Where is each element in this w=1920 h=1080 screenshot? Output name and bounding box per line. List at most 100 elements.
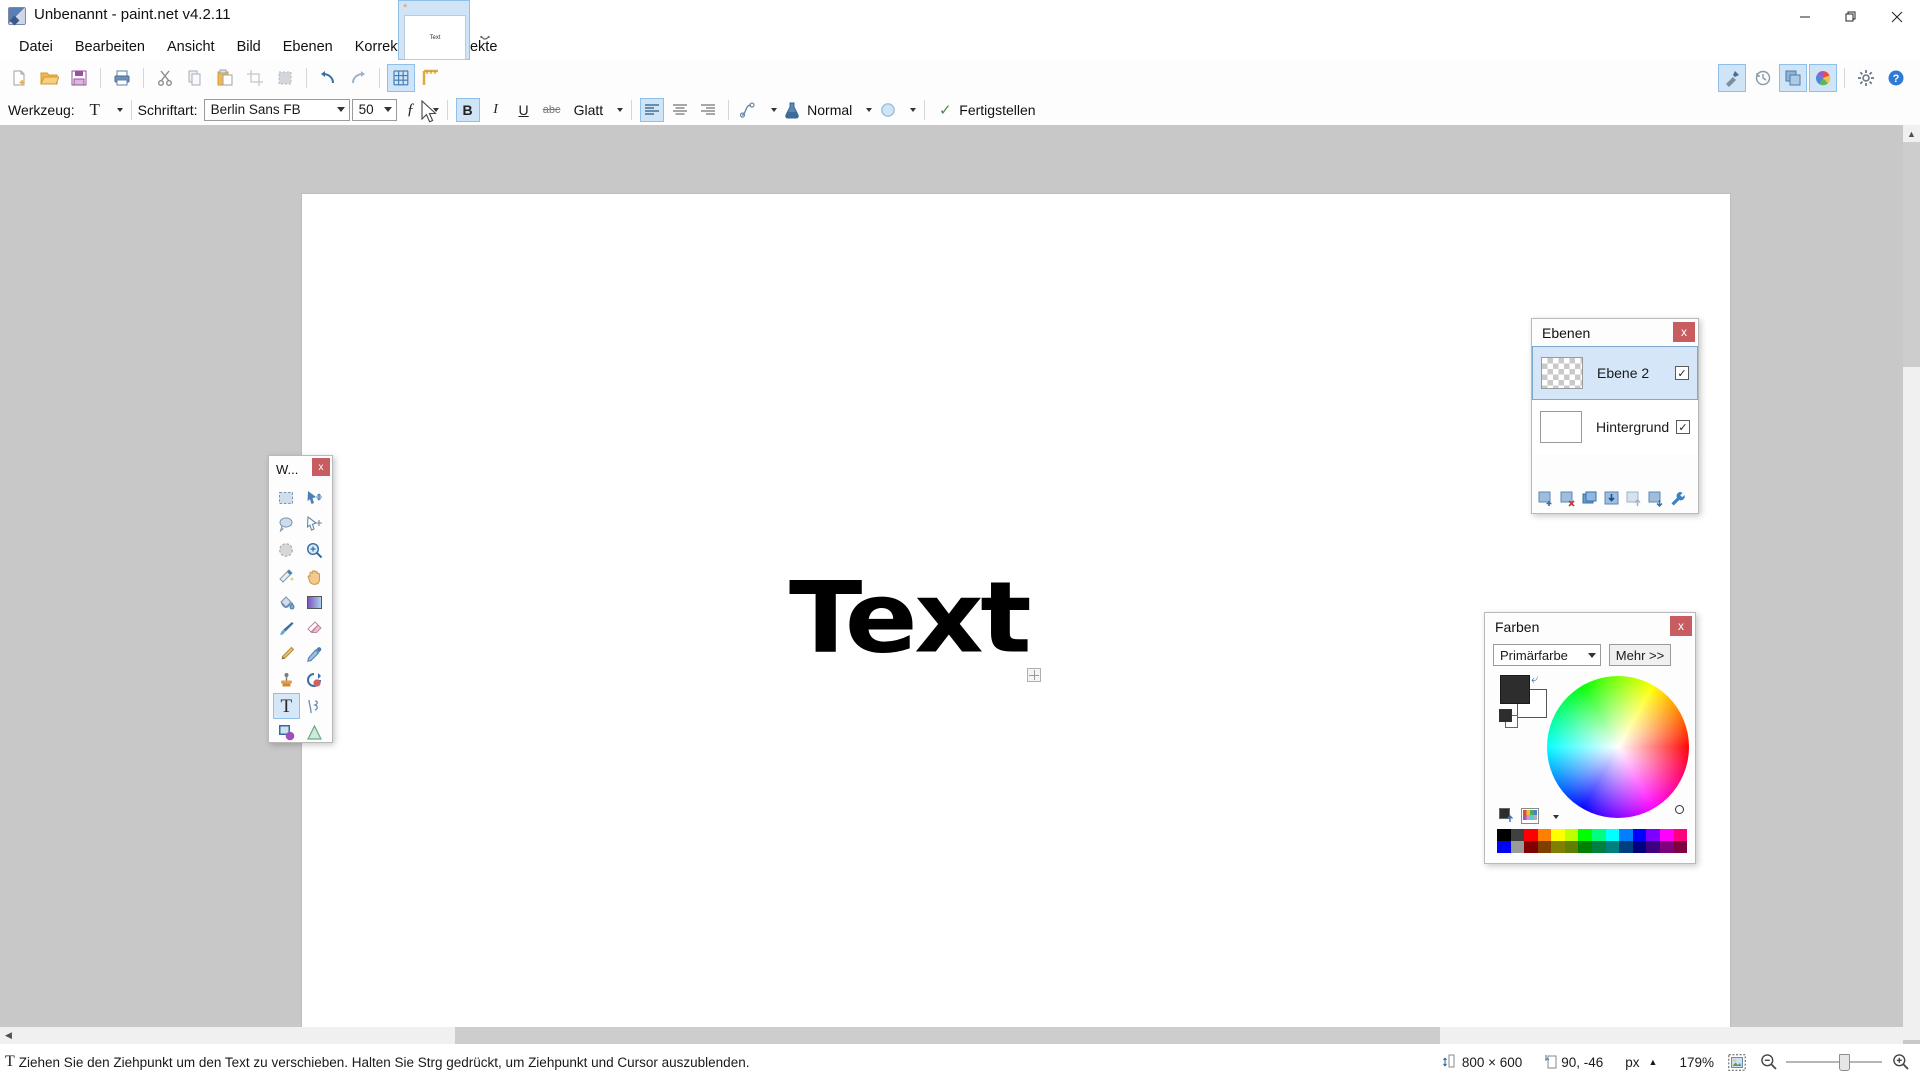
colors-palette-title[interactable]: Farben x — [1485, 613, 1695, 640]
grid-icon[interactable] — [387, 63, 415, 92]
align-right-icon[interactable] — [696, 98, 720, 122]
palette-swatch[interactable] — [1659, 841, 1674, 853]
palette-swatch[interactable] — [1619, 841, 1633, 853]
tool-move-selected[interactable] — [301, 485, 328, 511]
palette-swatch[interactable] — [1592, 841, 1606, 853]
palette-swatch[interactable] — [1551, 841, 1565, 853]
palette-swatch[interactable] — [1510, 829, 1525, 841]
tool-paint-bucket[interactable] — [273, 589, 300, 615]
palette-dropdown-arrow[interactable] — [1545, 805, 1561, 829]
vertical-scroll-thumb[interactable] — [1903, 142, 1920, 367]
zoom-slider[interactable] — [1786, 1054, 1882, 1071]
scroll-up-arrow[interactable]: ▲ — [1903, 125, 1920, 142]
tool-dropdown-arrow[interactable] — [109, 98, 125, 122]
colors-window-icon[interactable] — [1809, 63, 1837, 92]
horizontal-scrollbar[interactable]: ◀ — [0, 1027, 1903, 1044]
palette-swatch[interactable] — [1632, 829, 1647, 841]
palette-swatch[interactable] — [1497, 841, 1511, 853]
merge-layer-down-icon[interactable] — [1604, 491, 1620, 510]
antialias-label[interactable]: Glatt — [574, 102, 604, 118]
blend-mode-dropdown-arrow[interactable] — [858, 98, 874, 122]
deselect-icon[interactable] — [271, 64, 299, 92]
units-group[interactable]: px ▲ — [1625, 1055, 1657, 1070]
swap-colors-icon[interactable]: ⤶ — [1531, 671, 1538, 687]
scroll-left-arrow[interactable]: ◀ — [0, 1027, 17, 1044]
palette-icon[interactable] — [1521, 807, 1539, 827]
antialiasing-icon[interactable] — [737, 98, 761, 122]
tool-magic-wand[interactable] — [273, 563, 300, 589]
canvas-text[interactable]: Text — [789, 569, 1032, 667]
layer-visibility-checkbox[interactable]: ✓ — [1676, 420, 1690, 434]
redo-icon[interactable] — [344, 64, 372, 92]
palette-swatch[interactable] — [1578, 829, 1593, 841]
undo-icon[interactable] — [314, 64, 342, 92]
palette-swatch[interactable] — [1524, 829, 1538, 841]
palette-swatch[interactable] — [1605, 841, 1620, 853]
tool-move-selection[interactable] — [301, 511, 328, 537]
tool-shapes-extra[interactable] — [301, 719, 328, 745]
tool-ellipse-select[interactable] — [273, 537, 300, 563]
blend-mode-icon[interactable] — [781, 98, 803, 122]
maximize-icon[interactable] — [1828, 0, 1874, 33]
cut-icon[interactable] — [151, 64, 179, 92]
settings-icon[interactable] — [1852, 64, 1880, 92]
tool-gradient[interactable] — [301, 589, 328, 615]
bold-button[interactable]: B — [455, 97, 480, 122]
print-icon[interactable] — [108, 64, 136, 92]
palette-swatch[interactable] — [1605, 829, 1620, 841]
fit-to-window-icon[interactable] — [1728, 1053, 1746, 1071]
palette-swatch[interactable] — [1497, 829, 1511, 841]
tool-text[interactable]: T — [272, 693, 300, 719]
palette-strip-row-2[interactable] — [1497, 841, 1688, 853]
font-family-combo[interactable]: Berlin Sans FB — [203, 98, 350, 121]
tool-shapes[interactable] — [273, 719, 300, 745]
color-wheel-cursor[interactable] — [1675, 805, 1684, 814]
underline-button[interactable]: U — [512, 98, 536, 122]
save-icon[interactable] — [65, 64, 93, 92]
palette-swatch[interactable] — [1632, 841, 1647, 853]
primary-color-swatch[interactable] — [1500, 675, 1530, 704]
new-icon[interactable] — [5, 64, 33, 92]
font-effects-dropdown-arrow[interactable] — [425, 98, 441, 122]
delete-layer-icon[interactable] — [1560, 491, 1576, 510]
layer-row-ebene-2[interactable]: Ebene 2 ✓ — [1532, 346, 1698, 400]
layers-palette-close-icon[interactable]: x — [1673, 322, 1695, 342]
reset-colors-icon[interactable] — [1499, 709, 1512, 722]
copy-icon[interactable] — [181, 64, 209, 92]
color-wheel[interactable] — [1547, 676, 1689, 818]
color-mode-combo[interactable]: Primärfarbe — [1493, 644, 1601, 666]
menu-ebenen[interactable]: Ebenen — [272, 35, 344, 59]
palette-swatch[interactable] — [1646, 829, 1660, 841]
zoom-in-icon[interactable] — [1892, 1053, 1910, 1071]
close-icon[interactable] — [1874, 0, 1920, 33]
palette-strip[interactable] — [1497, 829, 1688, 853]
add-color-to-palette-icon[interactable] — [1499, 808, 1515, 826]
layer-visibility-checkbox[interactable]: ✓ — [1675, 366, 1689, 380]
palette-strip-row-1[interactable] — [1497, 829, 1688, 841]
menu-datei[interactable]: Datei — [8, 35, 64, 59]
align-left-icon[interactable] — [640, 97, 665, 122]
align-center-icon[interactable] — [668, 98, 692, 122]
move-layer-down-icon[interactable] — [1648, 491, 1664, 510]
zoom-slider-knob[interactable] — [1839, 1054, 1850, 1071]
finish-button[interactable]: Fertigstellen — [959, 102, 1035, 118]
history-window-icon[interactable] — [1749, 64, 1777, 92]
paste-icon[interactable] — [211, 64, 239, 92]
duplicate-layer-icon[interactable] — [1582, 491, 1598, 510]
antialiasing-dropdown-arrow[interactable] — [763, 98, 779, 122]
add-layer-icon[interactable] — [1538, 491, 1554, 510]
tool-lasso-select[interactable] — [273, 511, 300, 537]
tool-pencil[interactable] — [273, 641, 300, 667]
tool-clone-stamp[interactable] — [273, 667, 300, 693]
palette-swatch[interactable] — [1578, 841, 1593, 853]
horizontal-scroll-thumb[interactable] — [455, 1027, 1440, 1044]
tool-color-picker[interactable] — [301, 641, 328, 667]
palette-swatch[interactable] — [1592, 829, 1606, 841]
alpha-blending-icon[interactable] — [876, 98, 900, 122]
palette-swatch[interactable] — [1537, 829, 1552, 841]
crop-to-selection-icon[interactable] — [241, 64, 269, 92]
palette-swatch[interactable] — [1510, 841, 1525, 853]
tool-pan[interactable] — [301, 563, 328, 589]
rulers-icon[interactable] — [417, 64, 445, 92]
palette-swatch[interactable] — [1646, 841, 1660, 853]
